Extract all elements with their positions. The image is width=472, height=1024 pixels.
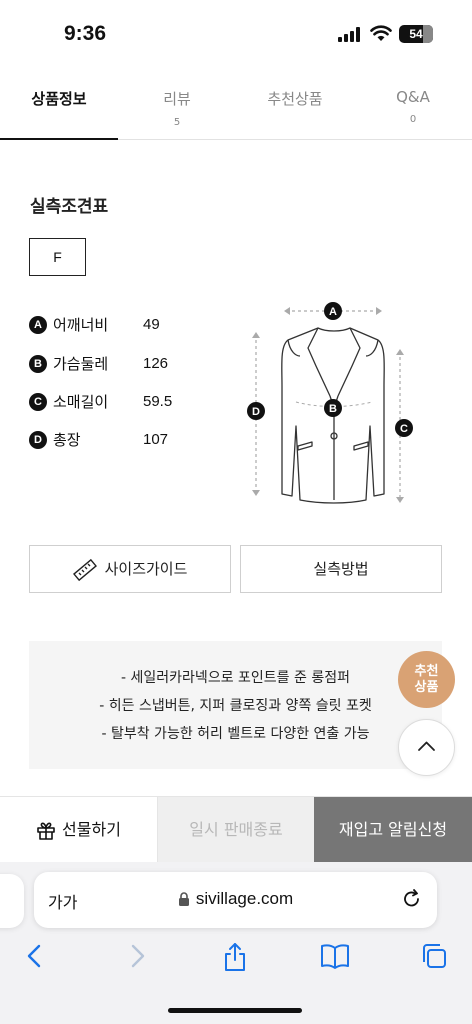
- diagram-label-a: A: [329, 306, 337, 318]
- size-table-title: 실측조견표: [30, 197, 109, 217]
- description-line: - 탈부착 가능한 허리 벨트로 다양한 연출 가능: [101, 726, 370, 742]
- measure-key-badge: D: [29, 431, 47, 449]
- back-icon[interactable]: [24, 942, 46, 970]
- url-display: sivillage.com: [34, 889, 437, 909]
- diagram-label-d: D: [252, 406, 260, 418]
- recommend-label-2: 상품: [414, 679, 439, 695]
- wifi-icon: [370, 25, 392, 41]
- measure-value: 126: [143, 355, 169, 372]
- lock-icon: [178, 892, 189, 907]
- product-description: - 세일러카라넥으로 포인트를 준 롱점퍼 - 히든 스냅버튼, 지퍼 클로징과…: [29, 641, 442, 769]
- tab-label: Q&A: [396, 88, 430, 106]
- scroll-top-button[interactable]: [398, 719, 455, 776]
- status-bar: 9:36 54: [0, 0, 472, 70]
- browser-toolbar: 가가 sivillage.com: [0, 862, 472, 1024]
- home-indicator: [168, 1008, 302, 1013]
- tab-recommended[interactable]: 추천상품: [236, 82, 354, 140]
- measure-value: 59.5: [143, 393, 173, 410]
- tab-qna[interactable]: Q&A 0: [354, 82, 472, 140]
- bookmarks-icon[interactable]: [320, 942, 350, 970]
- status-time: 9:36: [64, 22, 107, 45]
- previous-tab-preview[interactable]: [0, 874, 24, 928]
- address-bar[interactable]: 가가 sivillage.com: [34, 872, 437, 928]
- product-tabs: 상품정보 리뷰 5 추천상품 Q&A 0: [0, 82, 472, 140]
- measure-key-badge: C: [29, 393, 47, 411]
- gift-icon: [37, 822, 55, 840]
- measure-name: 가슴둘레: [53, 355, 109, 373]
- tab-label: 상품정보: [31, 90, 87, 108]
- reload-icon[interactable]: [401, 888, 423, 910]
- tab-reviews[interactable]: 리뷰 5: [118, 82, 236, 140]
- tab-label: 리뷰: [163, 90, 191, 108]
- tab-label: 추천상품: [267, 90, 323, 108]
- url-text: sivillage.com: [195, 889, 294, 908]
- cellular-signal-icon: [338, 27, 360, 42]
- measure-value: 49: [143, 316, 160, 333]
- battery-icon: 54: [399, 25, 433, 43]
- diagram-label-b: B: [329, 403, 337, 415]
- measure-name: 어깨너비: [53, 316, 109, 334]
- measure-name: 총장: [53, 431, 81, 449]
- measure-method-button[interactable]: 실측방법: [240, 545, 442, 593]
- recommended-products-button[interactable]: 추천 상품: [398, 651, 455, 708]
- recommend-label-1: 추천: [414, 663, 439, 679]
- gift-label: 선물하기: [62, 820, 121, 839]
- measure-key-badge: B: [29, 355, 47, 373]
- tab-count: 0: [409, 114, 417, 125]
- measure-key-badge: A: [29, 316, 47, 334]
- size-guide-button[interactable]: 사이즈가이드: [29, 545, 231, 593]
- measure-value: 107: [143, 431, 169, 448]
- tab-count: 5: [173, 117, 181, 128]
- battery-level: 54: [409, 27, 423, 41]
- gift-button[interactable]: 선물하기: [0, 797, 158, 863]
- measure-method-label: 실측방법: [313, 560, 369, 578]
- restock-alert-button[interactable]: 재입고 알림신청: [314, 797, 472, 863]
- purchase-action-bar: 선물하기 일시 판매종료 재입고 알림신청: [0, 796, 472, 863]
- tabs-icon[interactable]: [420, 942, 448, 970]
- size-guide-label: 사이즈가이드: [104, 560, 188, 578]
- chevron-up-icon: [418, 741, 435, 751]
- share-icon[interactable]: [222, 942, 248, 972]
- jacket-measurement-diagram: A B C D: [247, 302, 413, 504]
- tab-product-info[interactable]: 상품정보: [0, 82, 118, 140]
- soldout-button[interactable]: 일시 판매종료: [158, 797, 314, 863]
- measure-name: 소매길이: [53, 393, 109, 411]
- description-line: - 히든 스냅버튼, 지퍼 클로징과 양쪽 슬릿 포켓: [99, 698, 372, 714]
- ruler-icon: [72, 558, 97, 581]
- diagram-label-c: C: [400, 423, 408, 435]
- forward-icon[interactable]: [126, 942, 148, 970]
- size-option-f[interactable]: F: [29, 238, 86, 276]
- description-line: - 세일러카라넥으로 포인트를 준 롱점퍼: [121, 670, 350, 686]
